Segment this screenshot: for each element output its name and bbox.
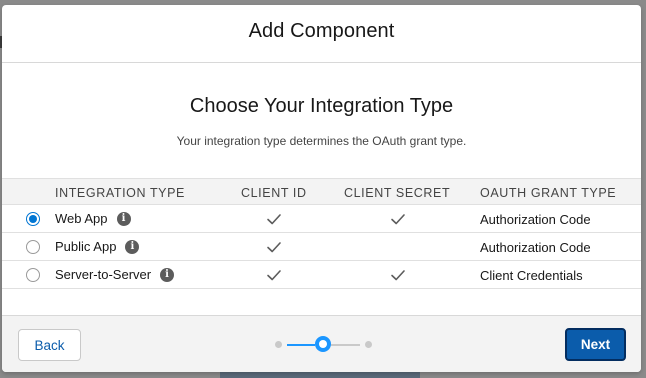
oauth-grant-type-cell: Authorization Code	[480, 212, 591, 227]
modal-body: Choose Your Integration Type Your integr…	[2, 63, 641, 315]
radio-server-to-server[interactable]	[26, 268, 40, 282]
integration-type-label: Web App	[55, 211, 108, 226]
integration-type-label: Server-to-Server	[55, 267, 152, 282]
section-subheading: Your integration type determines the OAu…	[176, 134, 467, 148]
column-header-oauth-grant-type: OAuth Grant Type	[480, 186, 617, 200]
oauth-grant-type-cell: Authorization Code	[480, 240, 591, 255]
section-heading: Choose Your Integration Type	[189, 95, 454, 117]
integration-type-cell: Web App i	[55, 211, 131, 226]
info-icon[interactable]: i	[160, 267, 175, 282]
modal-footer: Back Next	[2, 315, 641, 372]
step-indicator-2-current	[315, 336, 331, 352]
modal-header: Add Component	[2, 5, 641, 63]
column-header-integration-type: Integration Type	[55, 186, 185, 200]
oauth-grant-type-cell: Client Credentials	[480, 268, 583, 283]
step-connector	[331, 344, 360, 346]
integration-type-cell: Public App i	[55, 239, 140, 254]
check-icon	[391, 270, 405, 281]
modal-title: Add Component	[248, 20, 395, 42]
progress-stepper	[270, 334, 380, 354]
check-icon	[267, 270, 281, 281]
step-indicator-1	[275, 341, 282, 348]
check-icon	[267, 242, 281, 253]
integration-type-cell: Server-to-Server i	[55, 267, 175, 282]
step-indicator-3	[365, 341, 372, 348]
check-icon	[391, 214, 405, 225]
next-button[interactable]: Next	[565, 328, 626, 361]
table-row-public-app[interactable]: Public App i Authorization Code	[2, 233, 641, 261]
step-connector-active	[287, 344, 315, 346]
info-icon[interactable]: i	[116, 211, 131, 226]
table-row-web-app[interactable]: Web App i Authorization Code	[2, 205, 641, 233]
table-row-server-to-server[interactable]: Server-to-Server i Client Credentials	[2, 261, 641, 289]
radio-web-app[interactable]	[26, 212, 40, 226]
integration-type-table: Integration Type Client ID Client Secret…	[2, 178, 641, 289]
radio-public-app[interactable]	[26, 240, 40, 254]
add-component-modal: Add Component Choose Your Integration Ty…	[2, 5, 641, 372]
column-header-client-id: Client ID	[241, 186, 307, 200]
integration-type-label: Public App	[55, 239, 117, 254]
back-button[interactable]: Back	[18, 329, 81, 361]
table-header: Integration Type Client ID Client Secret…	[2, 178, 641, 205]
info-icon[interactable]: i	[125, 239, 140, 254]
column-header-client-secret: Client Secret	[344, 186, 451, 200]
check-icon	[267, 214, 281, 225]
